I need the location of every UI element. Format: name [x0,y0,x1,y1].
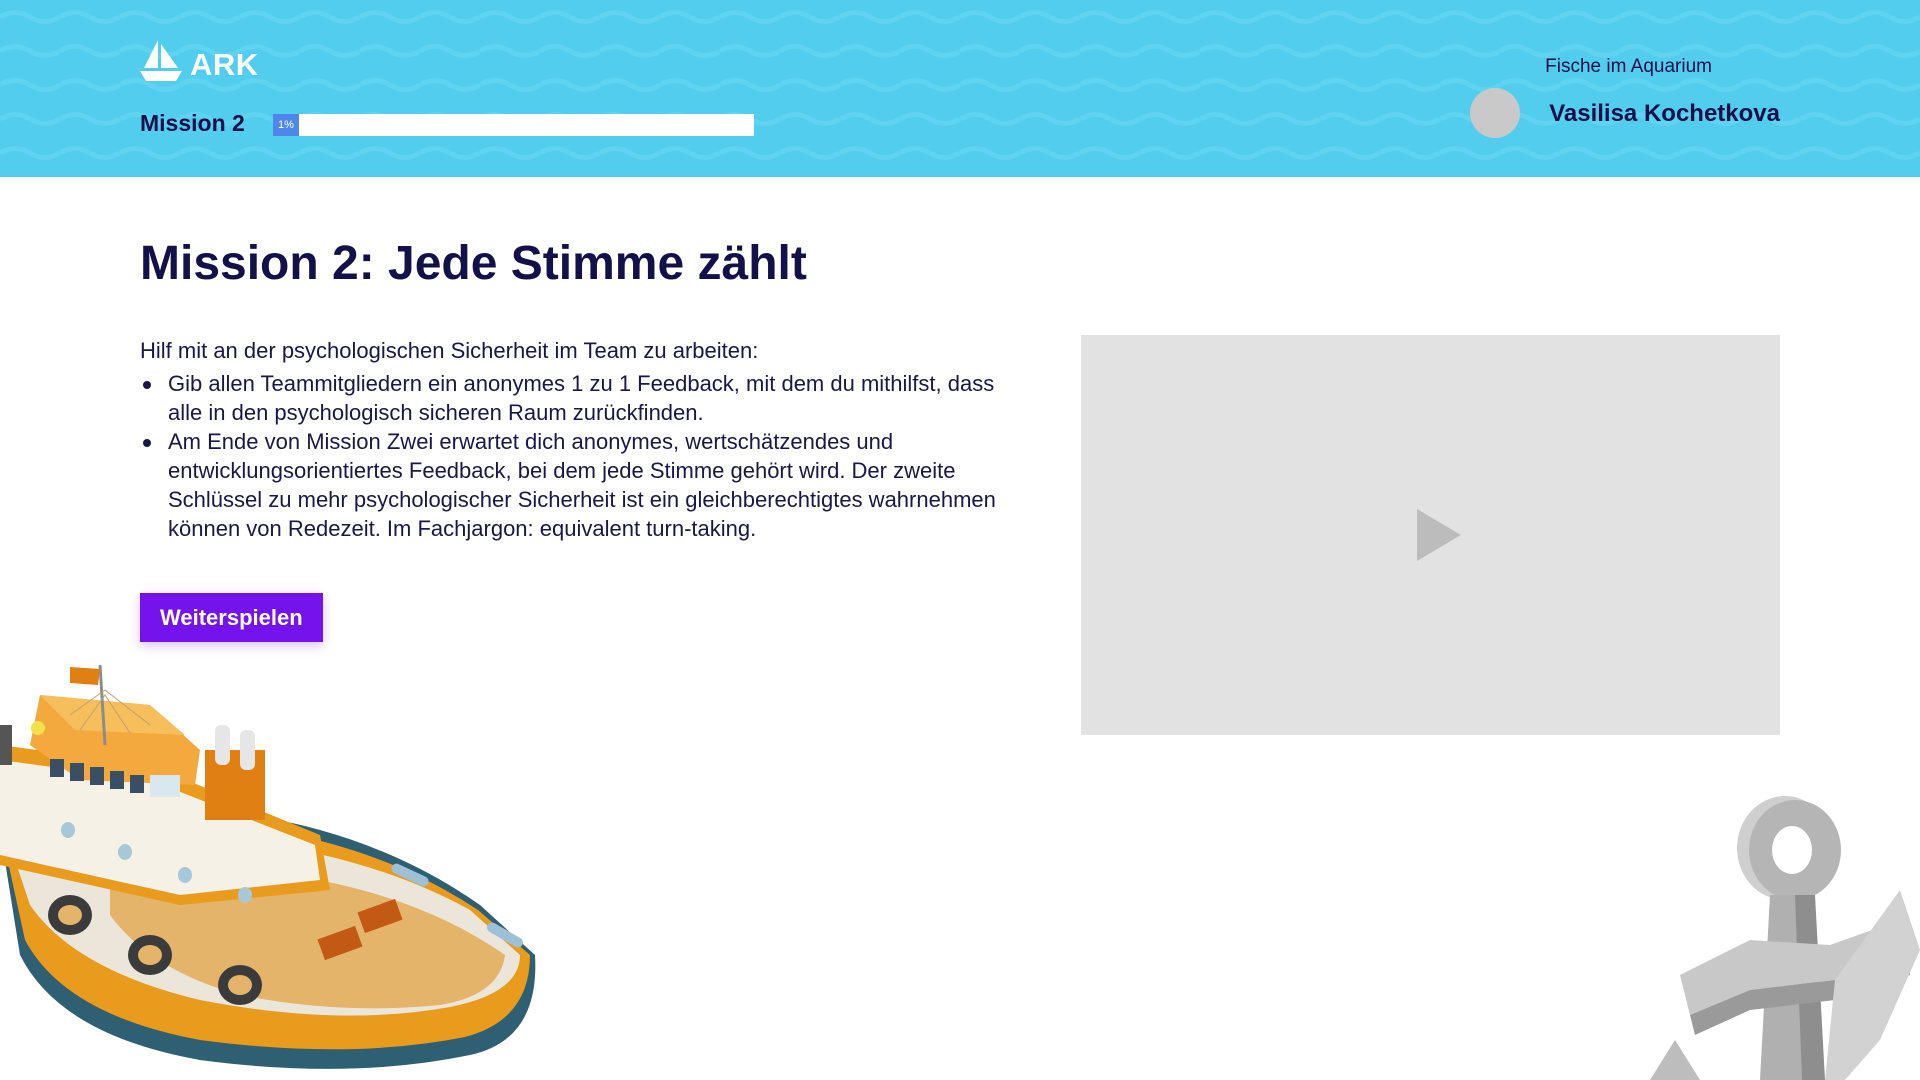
avatar[interactable] [1470,88,1520,138]
play-icon[interactable] [1415,507,1463,563]
instruction-list: Gib allen Teammitgliedern ein anonymes 1… [140,369,1020,543]
mission-label: Mission 2 [140,110,245,136]
mission-description: Hilf mit an der psychologischen Sicherhe… [140,336,1020,543]
anchor-illustration [1650,796,1920,1080]
user-name[interactable]: Vasilisa Kochetkova [1549,100,1780,128]
intro-text: Hilf mit an der psychologischen Sicherhe… [140,338,759,363]
list-item: Gib allen Teammitgliedern ein anonymes 1… [140,369,1020,427]
continue-button[interactable]: Weiterspielen [140,593,323,642]
sailboat-icon [140,40,182,81]
user-info: Fische im Aquarium Vasilisa Kochetkova [1470,52,1780,142]
app-name: ARK [190,47,259,82]
team-name: Fische im Aquarium [1545,56,1712,77]
mission-progress-bar: 1% [273,114,754,136]
video-player[interactable] [1081,335,1780,735]
list-item: Am Ende von Mission Zwei erwartet dich a… [140,427,1020,543]
page-title: Mission 2: Jede Stimme zählt [140,237,807,290]
progress-fill: 1% [273,114,299,136]
header-bar: ARK Mission 2 1% Fische im Aquarium Vasi… [0,0,1920,177]
app-logo[interactable]: ARK [140,38,259,82]
boat-illustration [0,664,536,1069]
